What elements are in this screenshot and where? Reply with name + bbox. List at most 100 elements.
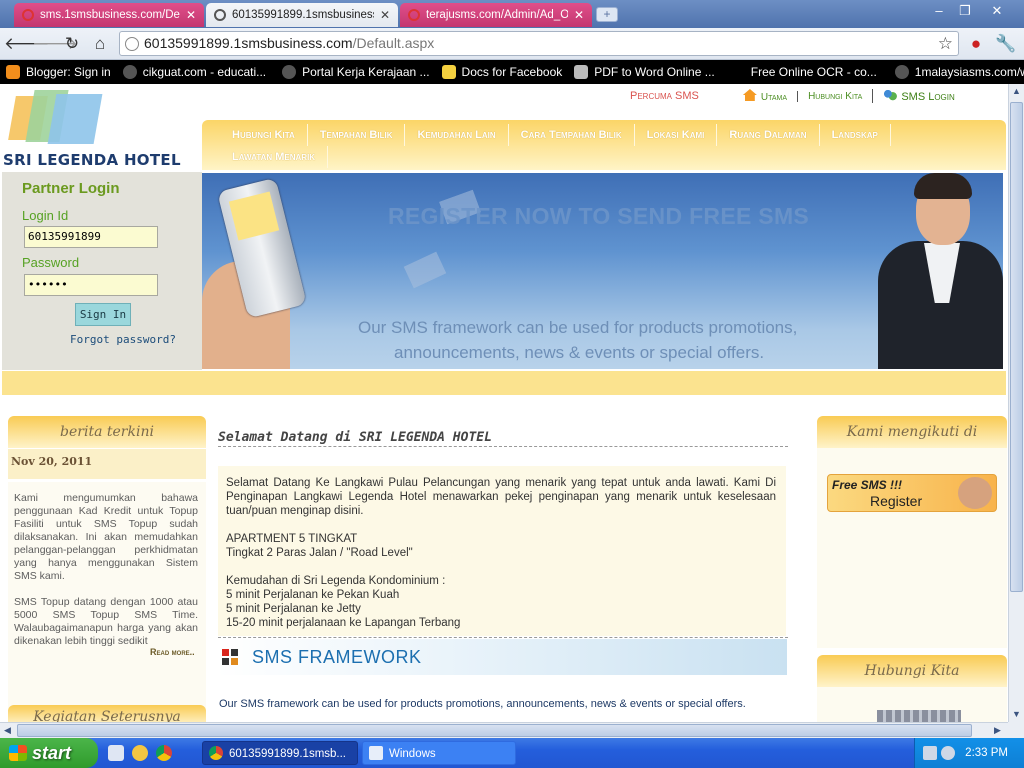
vertical-scrollbar[interactable]: ▲ ▼	[1008, 84, 1024, 722]
bookmark-item[interactable]: cikguat.com - educati...	[122, 65, 267, 79]
bookmark-item[interactable]: Free Online OCR - co...	[751, 65, 877, 79]
windows-logo-icon	[9, 745, 27, 761]
news-date: Nov 20, 2011	[8, 449, 206, 479]
bookmark-label: Free Online OCR - co...	[750, 65, 877, 79]
login-id-label: Login Id	[22, 208, 69, 223]
home-link[interactable]: Utama	[709, 89, 797, 103]
new-tab-button[interactable]: +	[596, 7, 618, 22]
horizontal-scrollbar[interactable]: ◀ ▶	[0, 722, 1008, 738]
scroll-down-arrow-icon[interactable]: ▼	[1009, 707, 1024, 722]
globe-icon	[894, 65, 909, 79]
home-link-label: Utama	[760, 92, 788, 103]
site-favicon-icon	[22, 9, 34, 21]
windows-taskbar: start 60135991899.1smsb... Windows 2:33 …	[0, 738, 1024, 768]
facilities-heading: Kemudahan di Sri Legenda Kondominium :	[226, 575, 446, 587]
login-id-field[interactable]: 60135991899	[24, 226, 158, 248]
globe-icon	[282, 65, 297, 79]
volume-icon[interactable]	[941, 746, 955, 760]
bookmark-label: Portal Kerja Kerajaan ...	[302, 65, 430, 79]
browser-tab[interactable]: terajusms.com/Admin/Ad_Owr ✕	[400, 3, 592, 27]
menu-item-ruang-dalaman[interactable]: Ruang Dalaman	[717, 124, 820, 146]
home-icon[interactable]: ⌂	[88, 32, 112, 56]
chrome-icon[interactable]	[156, 745, 172, 761]
bookmark-item[interactable]: Docs for Facebook	[441, 65, 562, 79]
menu-item-lokasi-kami[interactable]: Lokasi Kami	[635, 124, 718, 146]
system-tray: 2:33 PM	[914, 738, 1024, 768]
close-window-button[interactable]: ✕	[986, 2, 1008, 20]
bookmarks-bar: Blogger: Sign in cikguat.com - educati..…	[0, 60, 1024, 84]
sms-login-link[interactable]: SMS Login	[872, 89, 964, 103]
minimize-button[interactable]: –	[928, 2, 950, 20]
scroll-left-arrow-icon[interactable]: ◀	[0, 723, 15, 738]
bookmark-item[interactable]: 1malaysiasms.com/w...	[894, 65, 1024, 79]
bookmark-label: cikguat.com - educati...	[142, 65, 267, 79]
close-tab-icon[interactable]: ✕	[574, 8, 584, 22]
sms-login-label: SMS Login	[901, 91, 955, 103]
address-bar[interactable]: 60135991899.1smsbusiness.com/Default.asp…	[119, 31, 959, 56]
pdf-icon	[574, 65, 589, 79]
scrollbar-thumb[interactable]	[1010, 102, 1023, 592]
hotel-logo	[6, 88, 106, 148]
bookmark-item[interactable]: PDF to Word Online ...	[574, 65, 715, 79]
grid-squares-icon	[222, 649, 238, 665]
apartment-info: APARTMENT 5 TINGKAT Tingkat 2 Paras Jala…	[226, 532, 776, 560]
browser-toolbar: 🡐 🡒 ↻ ⌂ 60135991899.1smsbusiness.com/Def…	[0, 28, 1024, 60]
menu-item-landskap[interactable]: Landskap	[820, 124, 891, 146]
menu-item-hubungi-kita[interactable]: Hubungi Kita	[220, 124, 308, 146]
menu-item-lawatan-menarik[interactable]: Lawatan Menarik	[220, 146, 329, 168]
password-label: Password	[22, 255, 80, 270]
browser-titlebar: sms.1smsbusiness.com/Defaul ✕ 6013599189…	[0, 0, 1024, 28]
document-icon	[441, 65, 456, 79]
browser-tab-active[interactable]: 60135991899.1smsbusiness.c ✕	[206, 3, 398, 27]
free-sms-link[interactable]: Percuma SMS	[620, 90, 709, 102]
menu-item-kemudahan-lain[interactable]: Kemudahan Lain	[405, 124, 509, 146]
news-body: Kami mengumumkan bahawa penggunaan Kad K…	[8, 482, 206, 712]
read-more-link[interactable]: Read more..	[150, 647, 195, 657]
contact-image	[877, 710, 961, 722]
welcome-intro: Selamat Datang Ke Langkawi Pulau Pelancu…	[226, 477, 776, 517]
menu-item-cara-tempahan[interactable]: Cara Tempahan Bilik	[509, 124, 635, 146]
close-tab-icon[interactable]: ✕	[186, 8, 196, 22]
promo-banner[interactable]: REGISTER NOW TO SEND FREE SMS Our SMS fr…	[202, 173, 1003, 369]
users-icon	[883, 89, 898, 101]
start-button[interactable]: start	[0, 738, 98, 768]
forgot-password-link[interactable]: Forgot password?	[70, 333, 176, 346]
network-icon[interactable]	[923, 746, 937, 760]
taskbar-window-chrome[interactable]: 60135991899.1smsb...	[202, 741, 358, 765]
scrollbar-corner	[1008, 722, 1024, 738]
sign-in-button[interactable]: Sign In	[75, 303, 131, 326]
taskbar-window-windows[interactable]: Windows	[362, 741, 516, 765]
bookmark-label: PDF to Word Online ...	[594, 65, 715, 79]
apartment-line: APARTMENT 5 TINGKAT	[226, 533, 358, 545]
bookmark-item[interactable]: Blogger: Sign in	[6, 65, 111, 79]
page-info-icon[interactable]	[125, 37, 139, 51]
free-sms-register-banner[interactable]: Free SMS !!! Register	[827, 474, 997, 512]
extension-icon[interactable]: ●	[964, 32, 988, 56]
scroll-up-arrow-icon[interactable]: ▲	[1009, 84, 1024, 99]
password-field[interactable]: ••••••	[24, 274, 158, 296]
back-arrow-icon[interactable]: 🡐	[4, 32, 50, 56]
browser-tab[interactable]: sms.1smsbusiness.com/Defaul ✕	[14, 3, 204, 27]
top-links: Percuma SMS Utama Hubungi Kita SMS Login	[620, 86, 965, 106]
folder-window-icon	[369, 746, 383, 760]
close-tab-icon[interactable]: ✕	[380, 8, 390, 22]
url-host: 60135991899.1smsbusiness.com	[144, 35, 353, 51]
bookmark-label: Blogger: Sign in	[26, 65, 111, 79]
taskbar-window-label: Windows	[389, 748, 436, 760]
scrollbar-thumb[interactable]	[17, 724, 972, 737]
forward-arrow-icon[interactable]: 🡒	[32, 32, 78, 56]
welcome-content: Selamat Datang Ke Langkawi Pulau Pelancu…	[218, 466, 786, 636]
contact-link[interactable]: Hubungi Kita	[797, 90, 872, 102]
maximize-button[interactable]: ❐	[954, 2, 976, 20]
news-paragraph: SMS Topup datang dengan 1000 atau 5000 S…	[14, 596, 198, 647]
wrench-menu-icon[interactable]: 🔧	[994, 32, 1018, 56]
bookmark-star-icon[interactable]: ☆	[938, 32, 953, 55]
menu-item-tempahan-bilik[interactable]: Tempahan Bilik	[308, 124, 406, 146]
banner-headline: REGISTER NOW TO SEND FREE SMS	[388, 203, 810, 229]
scroll-right-arrow-icon[interactable]: ▶	[990, 723, 1005, 738]
facilities-list: Kemudahan di Sri Legenda Kondominium : 5…	[226, 574, 776, 630]
bookmark-item[interactable]: Portal Kerja Kerajaan ...	[282, 65, 430, 79]
explorer-icon[interactable]	[108, 745, 124, 761]
reload-icon[interactable]: ↻	[60, 32, 84, 56]
media-player-icon[interactable]	[132, 745, 148, 761]
